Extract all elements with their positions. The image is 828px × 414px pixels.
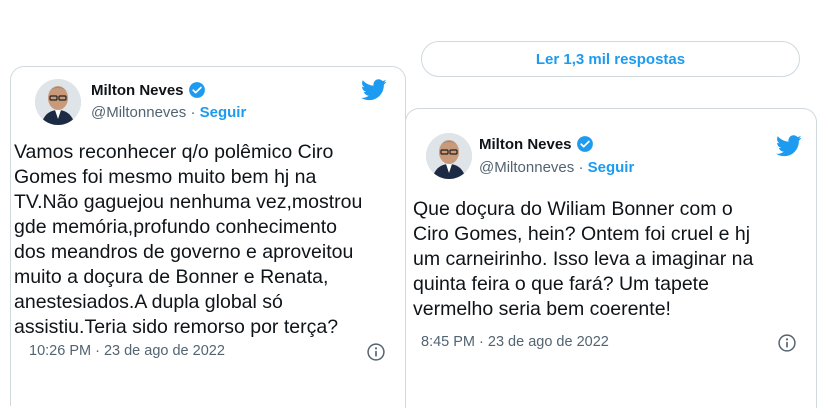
tweet-card-right: Milton Neves @Miltonneves · Seguir Que d… [405,108,817,408]
info-icon[interactable] [366,342,386,362]
verified-badge-icon [188,82,205,98]
author-handle[interactable]: @Miltonneves [91,104,186,121]
follow-button[interactable]: Seguir [588,159,635,176]
avatar[interactable] [35,79,81,125]
author-name[interactable]: Milton Neves [479,136,572,153]
avatar[interactable] [426,133,472,179]
handle-row: @Miltonneves · Seguir [479,159,634,176]
handle-row: @Miltonneves · Seguir [91,104,246,121]
info-icon[interactable] [777,333,797,353]
author-name[interactable]: Milton Neves [91,82,184,99]
twitter-bird-icon[interactable] [776,135,802,157]
tweet-timestamp[interactable]: 10:26 PM · 23 de ago de 2022 [29,343,225,359]
follow-button[interactable]: Seguir [200,104,247,121]
author-name-row: Milton Neves [479,135,594,153]
separator: · [578,159,584,176]
separator: · [190,104,196,121]
read-replies-button[interactable]: Ler 1,3 mil respostas [421,41,800,77]
tweet-timestamp[interactable]: 8:45 PM · 23 de ago de 2022 [421,334,609,350]
tweet-text: Que doçura do Wiliam Bonner com o Ciro G… [413,198,754,320]
author-name-row: Milton Neves [91,81,206,99]
tweet-text: Vamos reconhecer q/o polêmico Ciro Gomes… [14,141,363,338]
twitter-bird-icon[interactable] [361,79,387,101]
verified-badge-icon [576,136,593,152]
tweet-card-left: Milton Neves @Miltonneves · Seguir Vamos… [10,66,406,406]
author-handle[interactable]: @Miltonneves [479,159,574,176]
